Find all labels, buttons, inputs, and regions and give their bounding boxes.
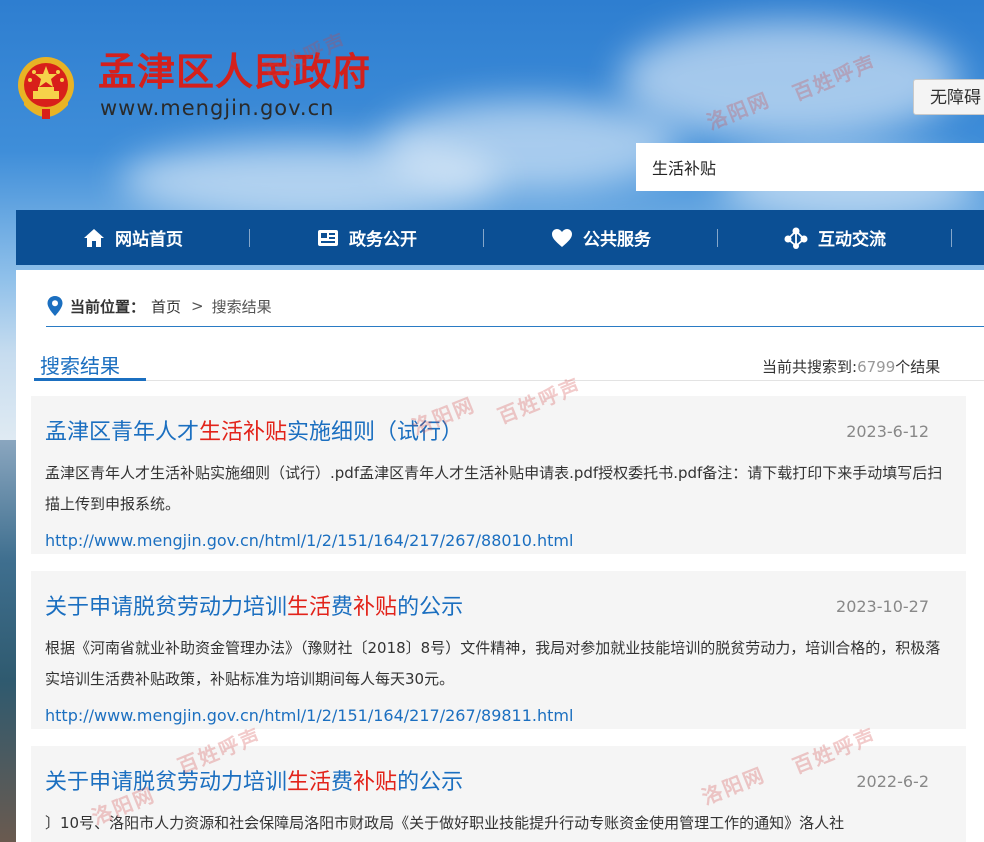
breadcrumb-separator: > [191,297,204,315]
nav-item-interaction[interactable]: 互动交流 [718,210,952,265]
network-icon [784,227,808,249]
main-nav: 网站首页 政务公开 公共服务 互动交流 [16,210,984,265]
nav-item-gov-affairs[interactable]: 政务公开 [250,210,484,265]
search-results-panel: 当前位置： 首页 > 搜索结果 搜索结果 当前共搜索到:6799个结果 孟津区青… [16,270,984,842]
result-url-link[interactable]: http://www.mengjin.gov.cn/html/1/2/151/1… [45,531,573,550]
nav-item-label: 互动交流 [818,230,886,250]
results-tab-underline [34,378,146,381]
results-tab[interactable]: 搜索结果 [40,350,122,387]
breadcrumb-label: 当前位置： [70,297,146,316]
result-item: 关于申请脱贫劳动力培训生活费补贴的公示 2022-6-2 〕10号、洛阳市人力资… [31,746,966,842]
result-title-link[interactable]: 关于申请脱贫劳动力培训生活费补贴的公示 [45,764,463,796]
results-count-suffix: 个结果 [895,358,941,376]
heart-icon [552,228,572,247]
nav-item-label: 网站首页 [115,230,183,250]
document-icon [318,229,338,246]
nav-item-label: 公共服务 [583,230,651,250]
breadcrumb-current: 搜索结果 [211,297,272,316]
breadcrumb-home-link[interactable]: 首页 [151,296,181,317]
home-icon [84,228,104,247]
result-title-link[interactable]: 关于申请脱贫劳动力培训生活费补贴的公示 [45,589,463,621]
result-date: 2022-6-2 [856,772,929,791]
results-count-prefix: 当前共搜索到: [762,358,858,376]
site-header: 孟津区人民政府 www.mengjin.gov.cn 无障碍 [0,0,984,210]
result-item: 关于申请脱贫劳动力培训生活费补贴的公示 2023-10-27 根据《河南省就业补… [31,571,966,729]
nav-item-public-service[interactable]: 公共服务 [484,210,718,265]
result-title-link[interactable]: 孟津区青年人才生活补贴实施细则（试行） [45,414,463,446]
result-description: 孟津区青年人才生活补贴实施细则（试行）.pdf孟津区青年人才生活补贴申请表.pd… [45,464,943,513]
national-emblem-icon [18,57,74,119]
breadcrumb-divider [46,326,984,327]
result-description: 根据《河南省就业补助资金管理办法》（豫财社〔2018〕8号）文件精神，我局对参加… [45,639,941,688]
breadcrumb: 当前位置： 首页 > 搜索结果 [46,294,272,318]
location-pin-icon [47,296,63,316]
nav-item-label: 政务公开 [349,230,417,250]
results-count-value: 6799 [857,358,896,376]
site-url: www.mengjin.gov.cn [100,96,335,120]
result-item: 孟津区青年人才生活补贴实施细则（试行） 2023-6-12 孟津区青年人才生活补… [31,396,966,554]
result-url-link[interactable]: http://www.mengjin.gov.cn/html/1/2/151/1… [45,706,573,725]
result-date: 2023-10-27 [836,597,929,616]
accessibility-button[interactable]: 无障碍 [913,79,984,115]
search-input[interactable] [636,143,984,191]
nav-item-home[interactable]: 网站首页 [16,210,250,265]
results-count: 当前共搜索到:6799个结果 [762,356,940,377]
result-description: 〕10号、洛阳市人力资源和社会保障局洛阳市财政局《关于做好职业技能提升行动专账资… [45,814,845,832]
site-title: 孟津区人民政府 [98,49,372,94]
result-date: 2023-6-12 [846,422,929,441]
results-tab-divider [34,380,984,381]
